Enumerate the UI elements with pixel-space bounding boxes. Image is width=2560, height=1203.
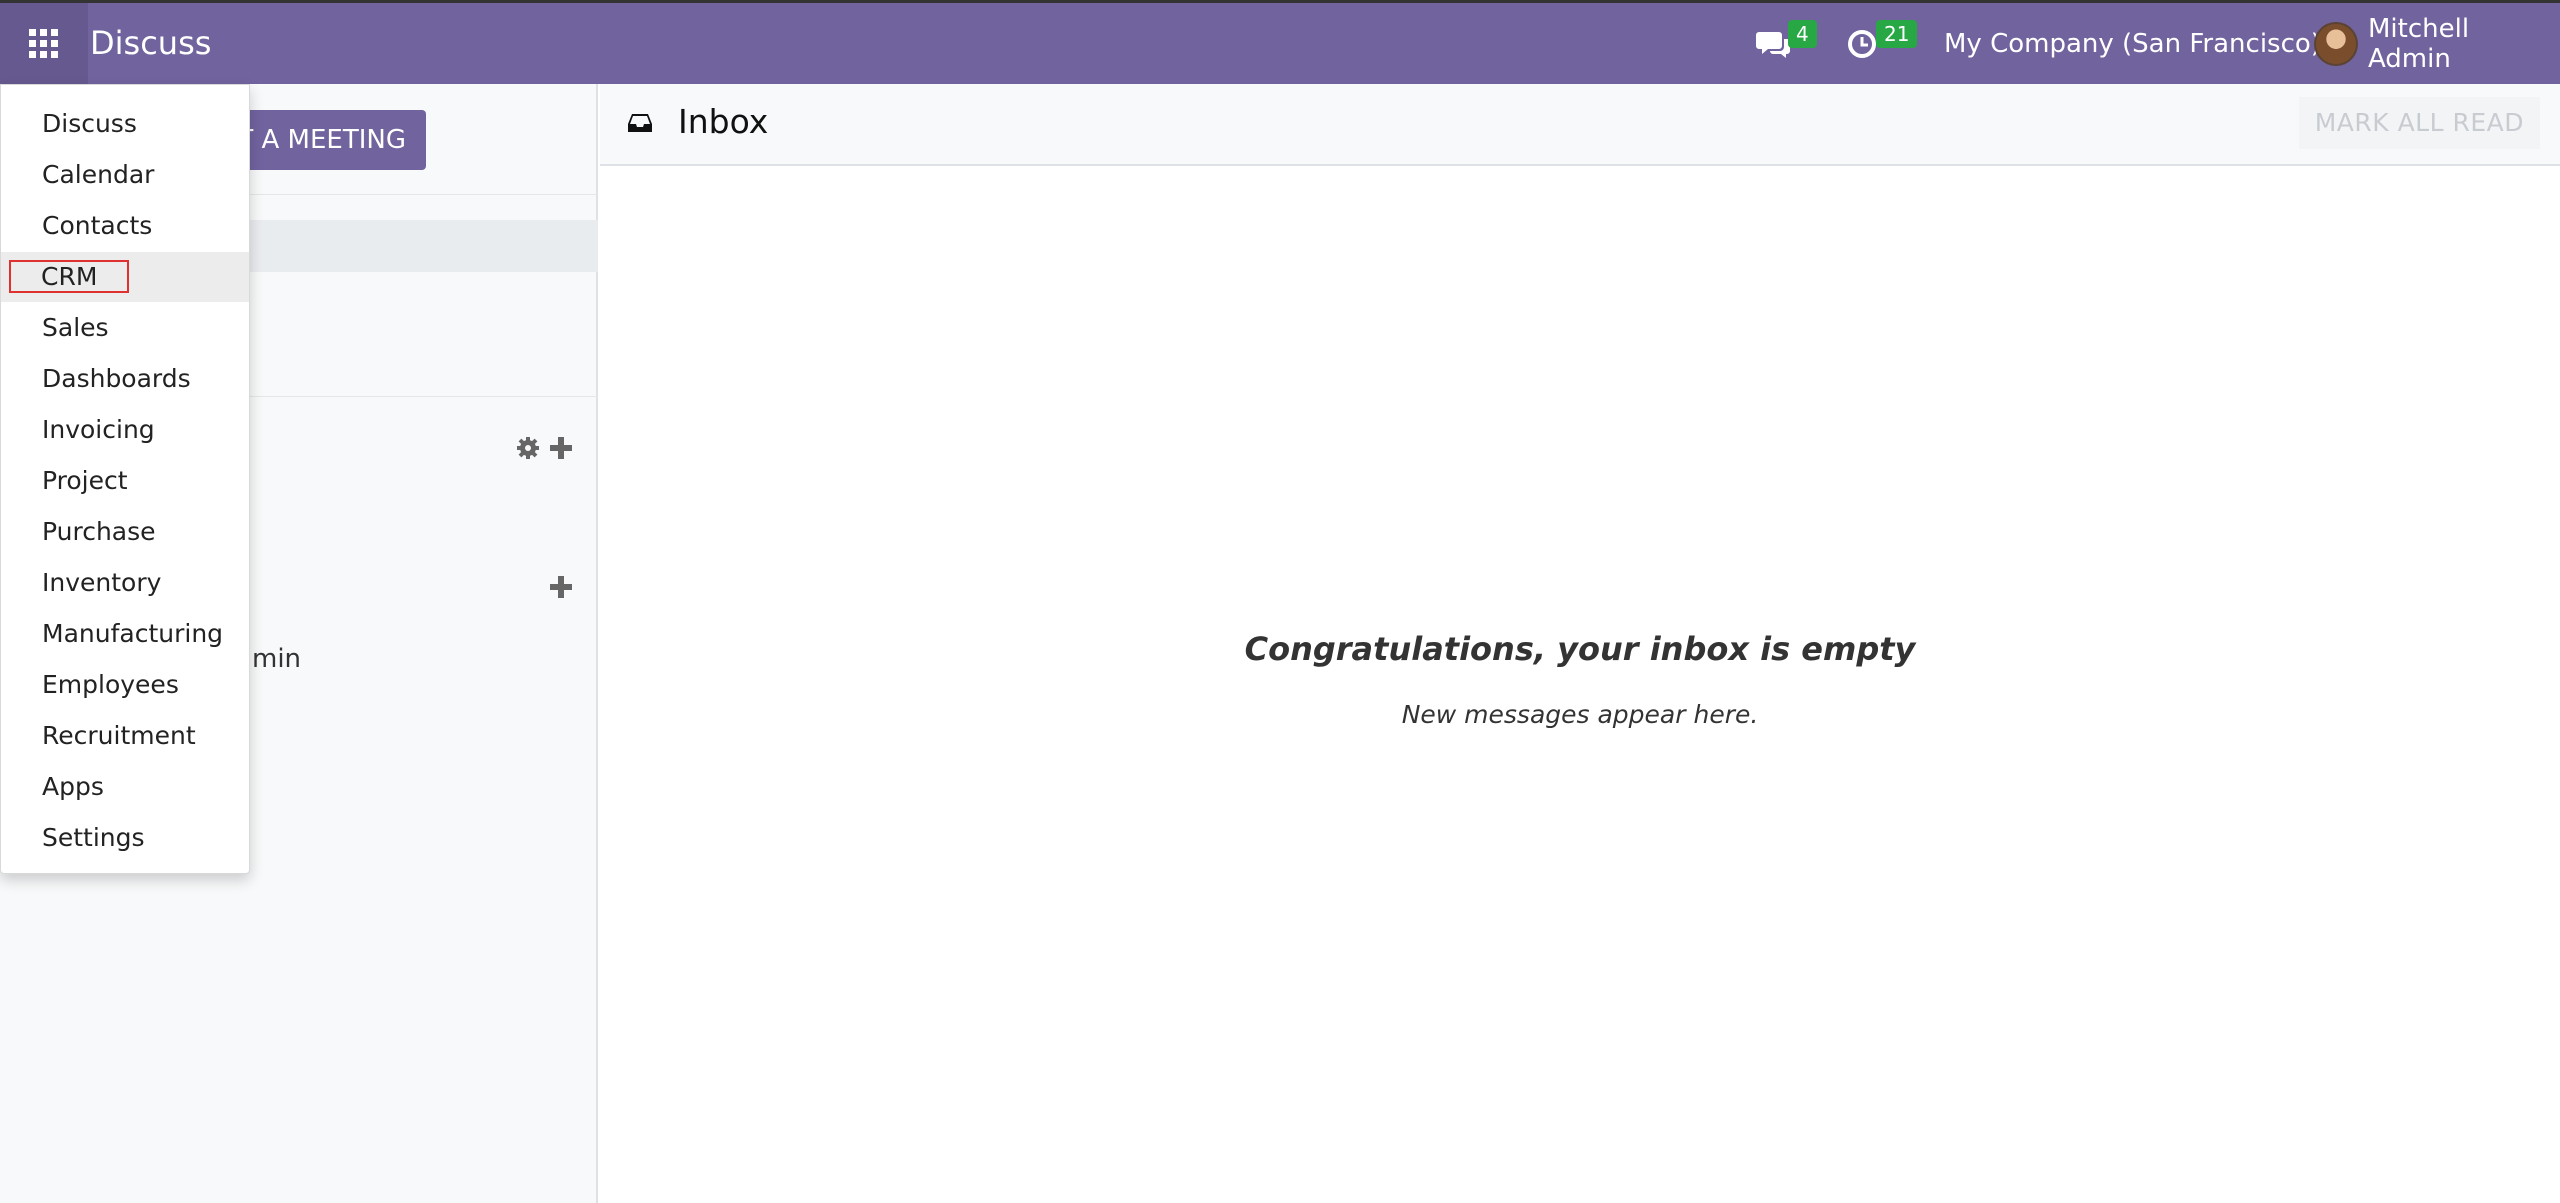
activities-count-badge: 21	[1876, 20, 1918, 48]
add-channel-plus-icon[interactable]	[549, 436, 573, 465]
menu-item-project[interactable]: Project	[1, 456, 249, 506]
menu-item-sales[interactable]: Sales	[1, 303, 249, 353]
page-title: Inbox	[678, 102, 769, 141]
channels-settings-gear-icon[interactable]	[516, 436, 540, 465]
menu-item-settings[interactable]: Settings	[1, 813, 249, 863]
add-direct-message-plus-icon[interactable]	[549, 575, 573, 604]
menu-item-dashboards[interactable]: Dashboards	[1, 354, 249, 404]
clock-icon	[1848, 29, 1876, 58]
menu-item-calendar[interactable]: Calendar	[1, 150, 249, 200]
inbox-header: Inbox MARK ALL READ	[600, 84, 2560, 166]
chat-bubbles-icon	[1756, 31, 1790, 58]
empty-inbox-subtitle: New messages appear here.	[1401, 700, 1759, 729]
company-switcher[interactable]: My Company (San Francisco)	[1944, 3, 2321, 84]
mark-all-read-button[interactable]: MARK ALL READ	[2298, 97, 2540, 149]
user-menu[interactable]: Mitchell Admin	[2314, 3, 2560, 84]
menu-item-invoicing[interactable]: Invoicing	[1, 405, 249, 455]
menu-item-purchase[interactable]: Purchase	[1, 507, 249, 557]
menu-item-discuss[interactable]: Discuss	[1, 99, 249, 149]
grid-icon	[29, 28, 58, 58]
app-title[interactable]: Discuss	[90, 3, 211, 84]
apps-menu-button[interactable]	[0, 3, 88, 84]
apps-dropdown-menu: Discuss Calendar Contacts CRM Sales Dash…	[0, 84, 250, 874]
messages-count-badge: 4	[1788, 20, 1817, 48]
top-navbar: Discuss 4 21 My Company (San Francisco) …	[0, 3, 2560, 84]
empty-inbox-title: Congratulations, your inbox is empty	[1244, 630, 1916, 668]
user-name: Mitchell Admin	[2367, 13, 2470, 74]
direct-message-user[interactable]: min	[252, 644, 301, 674]
activities-button[interactable]: 21	[1846, 3, 1918, 84]
avatar	[2314, 21, 2358, 66]
messages-button[interactable]: 4	[1756, 3, 1817, 84]
menu-item-recruitment[interactable]: Recruitment	[1, 711, 249, 761]
menu-item-contacts[interactable]: Contacts	[1, 201, 249, 251]
menu-item-crm[interactable]: CRM	[1, 252, 249, 302]
menu-item-manufacturing[interactable]: Manufacturing	[1, 609, 249, 659]
menu-item-employees[interactable]: Employees	[1, 660, 249, 710]
menu-item-apps[interactable]: Apps	[1, 762, 249, 812]
inbox-tray-icon	[628, 114, 652, 132]
menu-item-inventory[interactable]: Inventory	[1, 558, 249, 608]
